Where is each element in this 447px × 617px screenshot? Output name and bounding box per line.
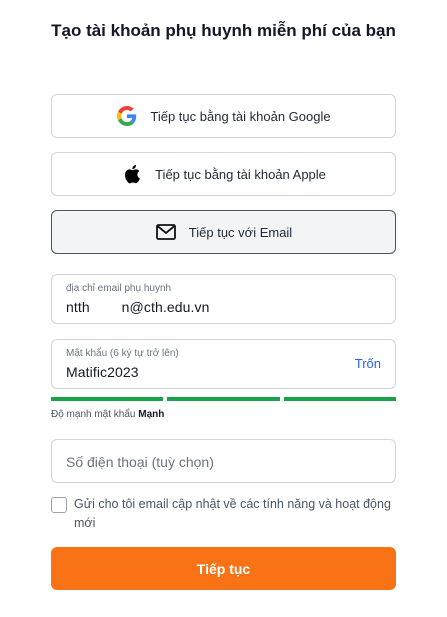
email-field-label: địa chỉ email phụ huynh <box>66 283 172 294</box>
strength-bar-segment <box>51 397 164 401</box>
updates-checkbox-label[interactable]: Gửi cho tôi email cập nhật về các tính n… <box>74 495 399 533</box>
email-button-label: Tiếp tục với Email <box>188 224 293 240</box>
password-strength-value: Mạnh <box>138 409 165 420</box>
email-signin-button[interactable]: Tiếp tục với Email <box>51 210 396 254</box>
google-signin-button[interactable]: Tiếp tục bằng tài khoản Google <box>51 94 396 138</box>
page-title: Tạo tài khoản phụ huynh miễn phí của bạn <box>51 21 396 40</box>
google-icon <box>116 105 138 127</box>
password-visibility-toggle[interactable]: Trốn <box>355 356 381 371</box>
strength-bar-segment <box>283 397 396 401</box>
password-field-value[interactable]: Matific2023 <box>66 364 139 380</box>
apple-icon <box>121 163 143 185</box>
password-strength-text: Độ mạnh mật khẩu Mạnh <box>51 409 164 420</box>
phone-field[interactable]: Số điện thoại (tuỳ chọn) <box>51 439 396 483</box>
email-field-value[interactable]: ntth n@cth.edu.vn <box>66 299 209 315</box>
apple-signin-button[interactable]: Tiếp tục bằng tài khoản Apple <box>51 152 396 196</box>
password-field-label: Mật khẩu (6 ký tự trở lên) <box>66 348 179 359</box>
mail-icon <box>155 221 177 243</box>
continue-button[interactable]: Tiếp tục <box>51 547 396 590</box>
email-field[interactable]: địa chỉ email phụ huynh ntth n@cth.edu.v… <box>51 274 396 324</box>
password-strength-label: Độ mạnh mật khẩu <box>51 409 136 420</box>
phone-field-placeholder: Số điện thoại (tuỳ chọn) <box>66 454 214 470</box>
google-button-label: Tiếp tục bằng tài khoản Google <box>150 108 331 124</box>
password-field[interactable]: Mật khẩu (6 ký tự trở lên) Matific2023 T… <box>51 339 396 389</box>
strength-bar-segment <box>167 397 280 401</box>
apple-button-label: Tiếp tục bằng tài khoản Apple <box>155 166 326 182</box>
updates-checkbox[interactable] <box>51 497 67 513</box>
password-strength-meter <box>51 397 396 401</box>
